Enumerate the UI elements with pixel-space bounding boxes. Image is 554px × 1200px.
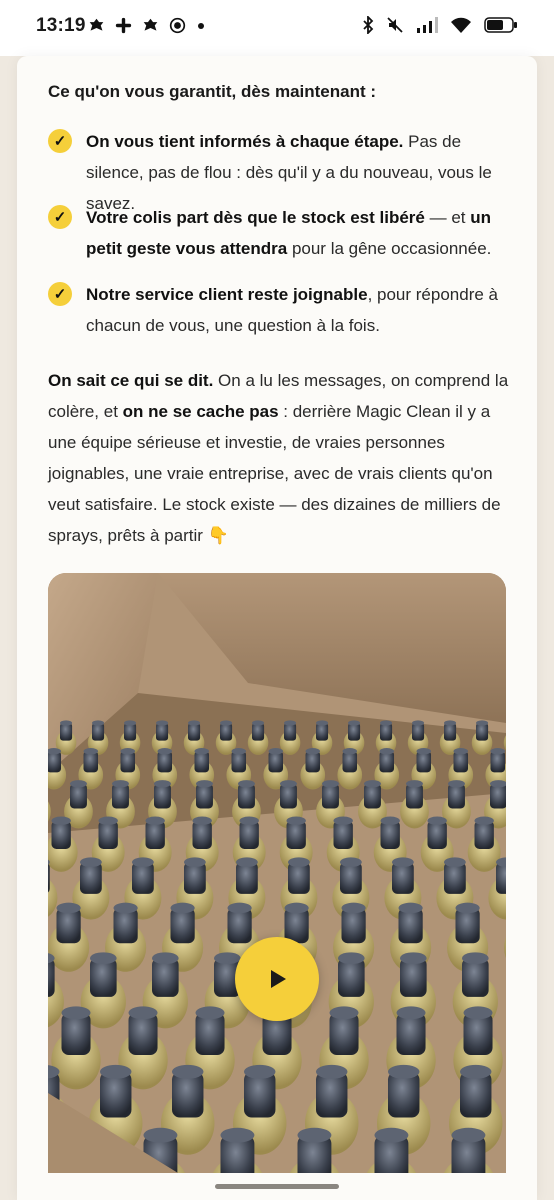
record-icon bbox=[169, 17, 186, 34]
list-item: ✓ Notre service client reste joignable, … bbox=[48, 279, 508, 341]
guarantee-heading: Ce qu'on vous garantit, dès maintenant : bbox=[48, 82, 377, 101]
check-icon: ✓ bbox=[48, 282, 72, 306]
bullet-text: Notre service client reste joignable, po… bbox=[86, 285, 498, 335]
slack-icon bbox=[115, 17, 132, 34]
play-button[interactable] bbox=[235, 937, 319, 1021]
notification-icon bbox=[143, 18, 158, 31]
explanation-paragraph: On sait ce qui se dit. On a lu les messa… bbox=[48, 371, 509, 545]
status-right-icons bbox=[362, 16, 518, 34]
battery-icon bbox=[484, 17, 517, 33]
video-player[interactable] bbox=[48, 573, 506, 1173]
list-item: ✓ Votre colis part dès que le stock est … bbox=[48, 202, 508, 264]
status-time: 13:19 bbox=[36, 15, 86, 36]
signal-icon bbox=[417, 17, 438, 33]
bullet-text: Votre colis part dès que le stock est li… bbox=[86, 208, 492, 258]
video-thumbnail bbox=[48, 573, 506, 1173]
bluetooth-icon bbox=[363, 16, 374, 34]
status-left-icons bbox=[88, 17, 206, 34]
notification-icon bbox=[89, 18, 104, 31]
play-icon bbox=[271, 970, 286, 988]
wifi-icon bbox=[451, 17, 471, 33]
check-icon: ✓ bbox=[48, 205, 72, 229]
mute-icon bbox=[387, 17, 403, 33]
check-icon: ✓ bbox=[48, 129, 72, 153]
home-indicator[interactable] bbox=[215, 1184, 339, 1189]
status-bar: 13:19 bbox=[0, 0, 554, 56]
dot-icon bbox=[198, 22, 204, 29]
